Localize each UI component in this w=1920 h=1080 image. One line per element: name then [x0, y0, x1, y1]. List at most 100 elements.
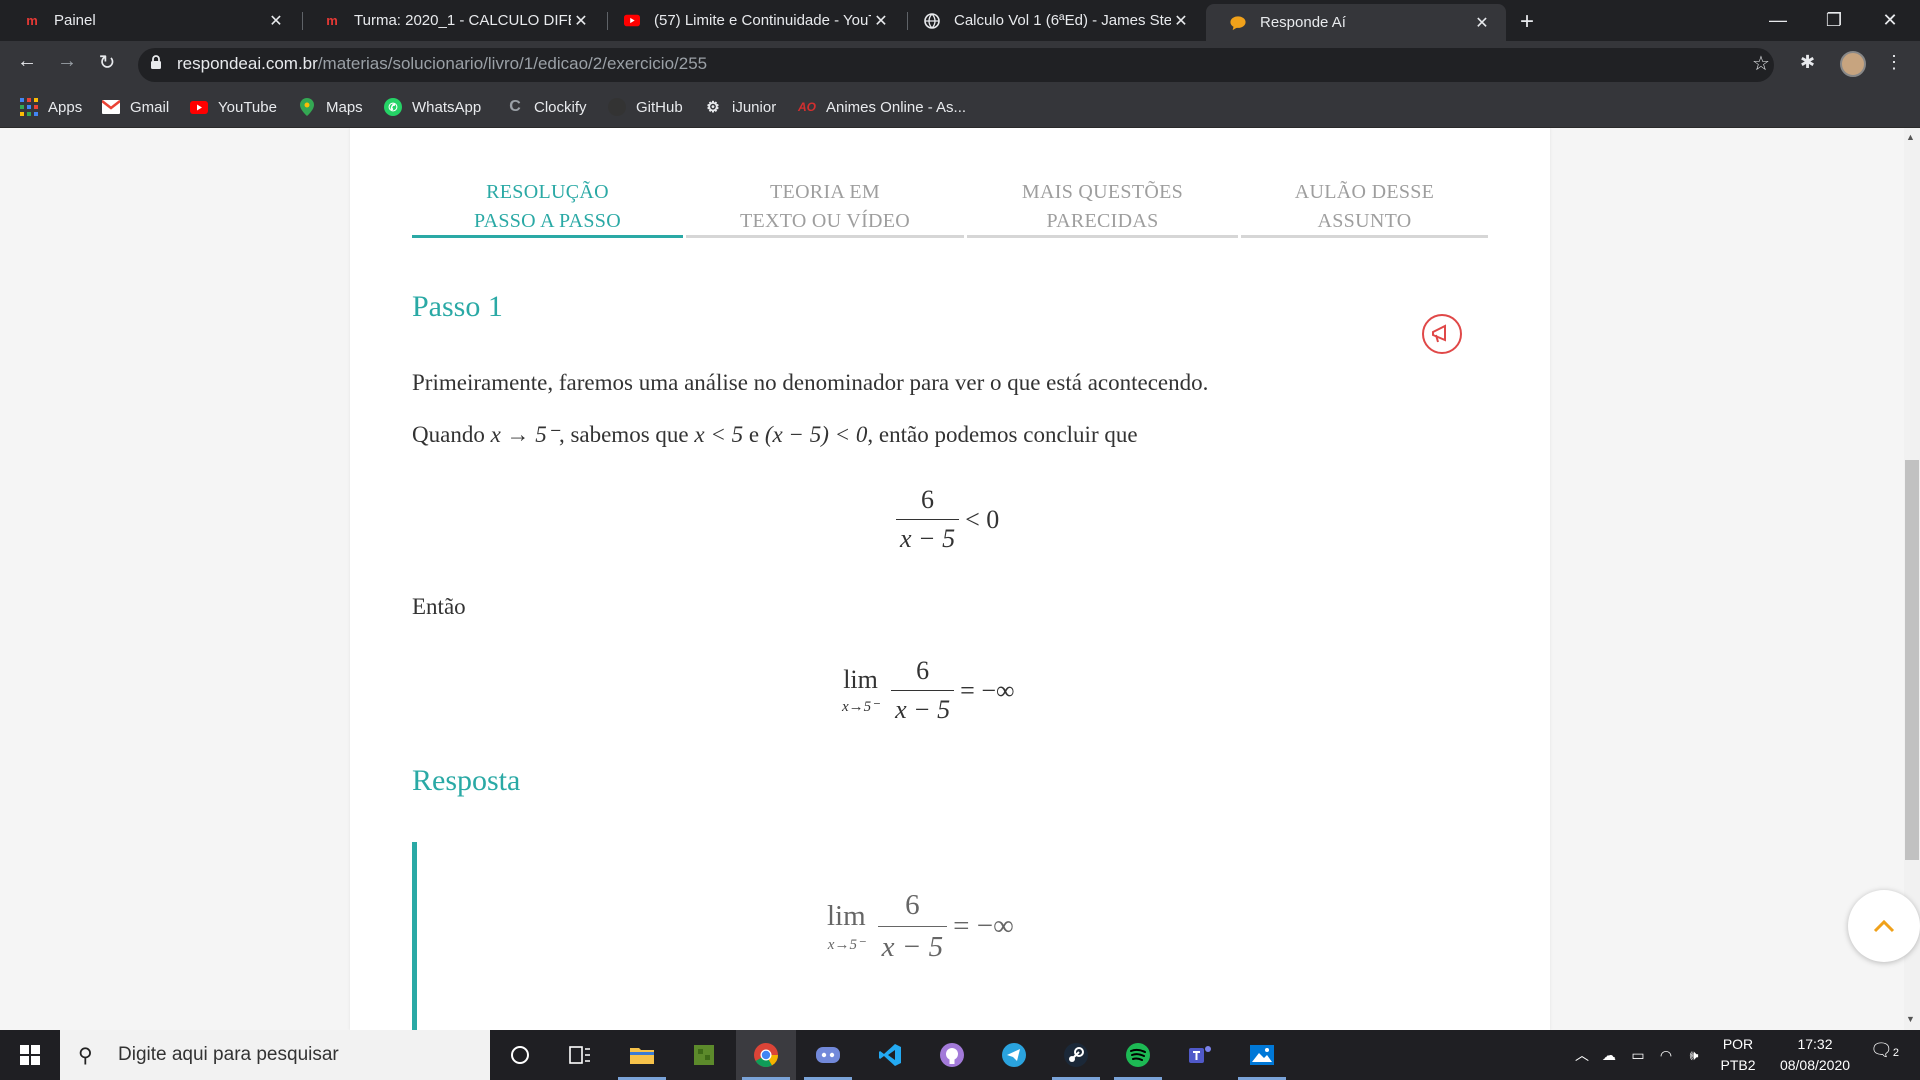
- taskbar-vscode[interactable]: [860, 1030, 920, 1080]
- forward-button[interactable]: →: [52, 50, 82, 73]
- minecraft-block-icon: [694, 1045, 714, 1065]
- paragraph-entao: Então: [412, 594, 466, 619]
- taskbar-clock[interactable]: 17:32 08/08/2020: [1765, 1034, 1865, 1076]
- bookmark-label: Gmail: [130, 98, 170, 116]
- taskbar-search-box[interactable]: ⚲ Digite aqui para pesquisar: [60, 1030, 490, 1080]
- extensions-icon[interactable]: ✱: [1800, 52, 1815, 73]
- bookmark-maps[interactable]: Maps: [298, 93, 363, 121]
- tab-teoria[interactable]: TEORIA EM TEXTO OU VÍDEO: [686, 178, 964, 238]
- taskbar-github-desktop[interactable]: [922, 1030, 982, 1080]
- bookmark-star-icon[interactable]: ☆: [1752, 51, 1770, 76]
- m-logo-icon: m: [26, 13, 38, 28]
- bookmark-whatsapp[interactable]: ✆ WhatsApp: [384, 93, 481, 121]
- url-text[interactable]: respondeai.com.br/materias/solucionario/…: [177, 54, 707, 74]
- clock-date: 08/08/2020: [1779, 1057, 1851, 1073]
- tab-turma[interactable]: m Turma: 2020_1 - CALCULO DIFERI ✕: [300, 0, 605, 41]
- close-tab-icon[interactable]: ✕: [1171, 11, 1191, 31]
- tab-painel[interactable]: m Painel ✕: [0, 0, 300, 41]
- text-segment: Quando: [412, 422, 491, 447]
- maps-pin-icon: [298, 98, 316, 116]
- bookmark-ijunior[interactable]: ⚙ iJunior: [704, 93, 776, 121]
- show-hidden-icons-chevron-icon[interactable]: ︿: [1570, 1045, 1594, 1065]
- profile-avatar[interactable]: [1840, 51, 1866, 77]
- tab-title: Responde Aí: [1260, 14, 1346, 31]
- telegram-icon: [1002, 1043, 1026, 1067]
- close-window-button[interactable]: ✕: [1862, 0, 1918, 41]
- close-tab-icon[interactable]: ✕: [871, 11, 891, 31]
- new-tab-button[interactable]: +: [1520, 8, 1534, 36]
- tab-label-line2: PASSO A PASSO: [474, 210, 621, 232]
- tab-youtube[interactable]: (57) Limite e Continuidade - YouT ✕: [600, 0, 905, 41]
- volume-icon[interactable]: 🕪: [1680, 1047, 1708, 1064]
- numerator: 6: [905, 889, 920, 921]
- taskbar-minecraft[interactable]: [674, 1030, 734, 1080]
- taskbar-spotify[interactable]: [1108, 1030, 1168, 1080]
- scroll-up-arrow-icon[interactable]: ▲: [1906, 132, 1915, 142]
- steam-icon: [1064, 1043, 1088, 1067]
- clockify-icon: C: [509, 98, 521, 115]
- bookmark-label: Maps: [326, 98, 363, 116]
- battery-icon[interactable]: ▭: [1624, 1047, 1652, 1064]
- bookmark-github[interactable]: GitHub: [608, 93, 683, 121]
- lim-text: lim: [843, 665, 878, 694]
- cortana-button[interactable]: [490, 1030, 550, 1080]
- language-indicator[interactable]: POR PTB2: [1715, 1034, 1761, 1076]
- taskbar-photos[interactable]: [1232, 1030, 1292, 1080]
- tab-responde-ai[interactable]: Responde Aí ✕: [1206, 4, 1506, 41]
- report-megaphone-icon[interactable]: [1422, 314, 1462, 354]
- search-icon: ⚲: [78, 1044, 93, 1067]
- tab-title: (57) Limite e Continuidade - YouT: [654, 12, 871, 29]
- task-view-button[interactable]: [550, 1030, 610, 1080]
- bookmark-label: WhatsApp: [412, 98, 482, 116]
- denominator: x − 5: [891, 690, 955, 725]
- back-button[interactable]: ←: [12, 50, 42, 73]
- onedrive-warning-icon[interactable]: ☁: [1594, 1047, 1624, 1064]
- notification-chat-icon: 🗨: [1870, 1040, 1893, 1060]
- denominator: x − 5: [896, 519, 960, 554]
- tab-mais-questoes[interactable]: MAIS QUESTÕES PARECIDAS: [967, 178, 1238, 238]
- equation-limit: lim x→5⁻ 6 x − 5 = −∞: [842, 656, 1015, 725]
- bookmark-apps[interactable]: Apps: [20, 93, 82, 121]
- discord-icon: [816, 1047, 840, 1063]
- tab-label-line1: MAIS QUESTÕES: [1021, 181, 1184, 203]
- close-tab-icon[interactable]: ✕: [1472, 13, 1492, 33]
- respondeai-icon: [1230, 15, 1246, 31]
- system-tray: ︿ ☁ ▭ ◠ 🕪: [1570, 1030, 1708, 1080]
- taskbar-chrome[interactable]: [736, 1030, 796, 1080]
- reload-button[interactable]: ↻: [92, 50, 122, 75]
- equation-rhs: = −∞: [953, 910, 1014, 942]
- bookmark-clockify[interactable]: C Clockify: [506, 93, 586, 121]
- tab-resolucao[interactable]: RESOLUÇÃO PASSO A PASSO: [412, 178, 683, 238]
- bookmark-label: YouTube: [218, 98, 277, 116]
- close-tab-icon[interactable]: ✕: [571, 11, 591, 31]
- taskbar-steam[interactable]: [1046, 1030, 1106, 1080]
- youtube-icon: [624, 13, 640, 29]
- bookmark-youtube[interactable]: YouTube: [190, 93, 277, 121]
- tab-calculo[interactable]: Calculo Vol 1 (6ªEd) - James Stew ✕: [900, 0, 1205, 41]
- folder-icon: [630, 1048, 654, 1064]
- menu-kebab-icon[interactable]: ⋮: [1885, 52, 1903, 73]
- tab-title: Painel: [54, 12, 96, 29]
- taskbar-file-explorer[interactable]: [612, 1030, 672, 1080]
- scroll-to-top-button[interactable]: [1848, 890, 1920, 962]
- taskbar-discord[interactable]: [798, 1030, 858, 1080]
- fraction: 6 x − 5: [891, 656, 955, 725]
- numerator: 6: [916, 656, 930, 685]
- lock-icon[interactable]: [150, 55, 162, 69]
- taskbar-telegram[interactable]: [984, 1030, 1044, 1080]
- tab-label-line1: RESOLUÇÃO: [486, 181, 609, 203]
- scrollbar-thumb[interactable]: [1905, 460, 1919, 860]
- minimize-button[interactable]: —: [1750, 0, 1806, 41]
- scroll-down-arrow-icon[interactable]: ▼: [1906, 1014, 1915, 1024]
- wifi-icon[interactable]: ◠: [1652, 1047, 1680, 1064]
- bookmark-animes[interactable]: AO Animes Online - As...: [798, 93, 966, 121]
- windows-start-button[interactable]: [0, 1030, 60, 1080]
- ijunior-icon: ⚙: [706, 99, 720, 116]
- restore-button[interactable]: ❐: [1806, 0, 1862, 41]
- taskbar-teams[interactable]: [1170, 1030, 1230, 1080]
- action-center-button[interactable]: 🗨2: [1870, 1040, 1899, 1061]
- tab-aulao[interactable]: AULÃO DESSE ASSUNTO: [1241, 178, 1488, 238]
- github-desktop-icon: [940, 1043, 964, 1067]
- close-tab-icon[interactable]: ✕: [266, 11, 286, 31]
- bookmark-gmail[interactable]: Gmail: [102, 93, 169, 121]
